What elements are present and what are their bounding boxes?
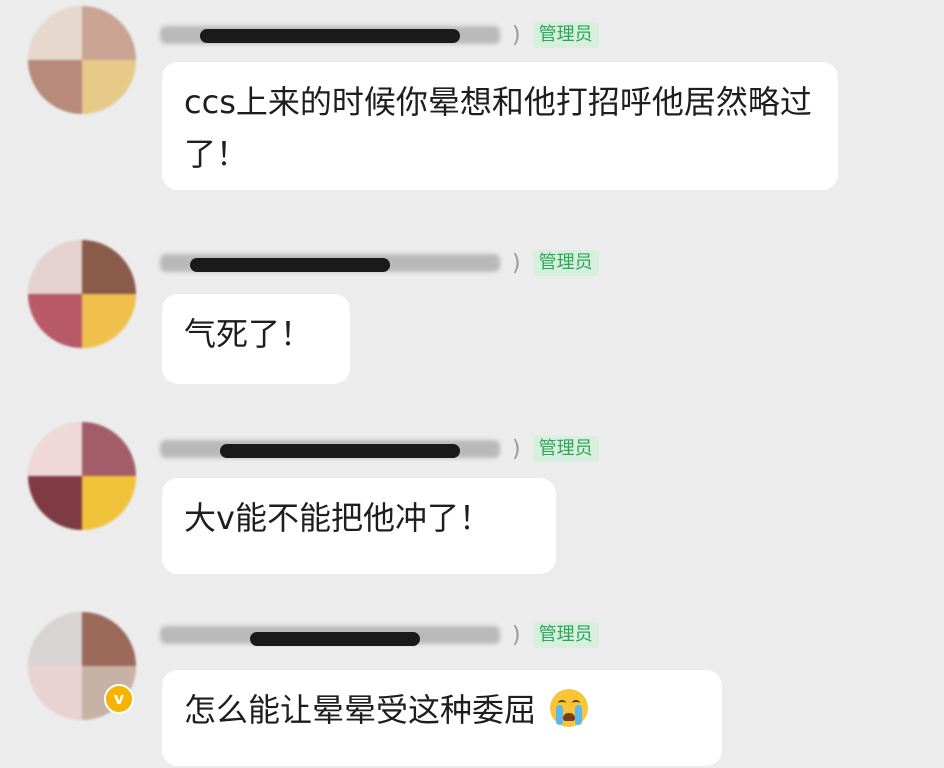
sender-row: ) 管理员: [160, 248, 599, 278]
admin-badge: 管理员: [532, 22, 599, 48]
sender-name-paren: ): [512, 622, 521, 648]
edge-fade: [904, 0, 944, 768]
sender-name-redacted: [160, 253, 510, 273]
message-bubble[interactable]: 气死了！: [162, 294, 350, 384]
message-bubble[interactable]: 怎么能让晕晕受这种委屈: [162, 670, 722, 766]
admin-badge: 管理员: [532, 250, 599, 276]
message-bubble[interactable]: ccs上来的时候你晕想和他打招呼他居然略过了！: [162, 62, 838, 190]
sender-name-paren: ): [512, 22, 521, 48]
chat-thread: ) 管理员 ccs上来的时候你晕想和他打招呼他居然略过了！ ) 管理员 气死了！: [0, 0, 944, 768]
sender-name-redacted: [160, 25, 510, 45]
admin-badge: 管理员: [532, 436, 599, 462]
message-bubble[interactable]: 大v能不能把他冲了！: [162, 478, 556, 574]
avatar[interactable]: [28, 422, 136, 530]
avatar[interactable]: [28, 6, 136, 114]
sender-name-redacted: [160, 439, 510, 459]
loudly-crying-face-icon: [550, 689, 589, 727]
sender-row: ) 管理员: [160, 434, 599, 464]
message-text: ccs上来的时候你晕想和他打招呼他居然略过了！: [184, 83, 812, 173]
verified-v-icon: v: [104, 684, 134, 714]
sender-row: ) 管理员: [160, 20, 599, 50]
message-text: 大v能不能把他冲了！: [184, 499, 491, 537]
message-text: 怎么能让晕晕受这种委屈: [184, 691, 537, 729]
message-text: 气死了！: [184, 315, 313, 353]
avatar[interactable]: [28, 240, 136, 348]
sender-name-redacted: [160, 625, 510, 646]
sender-row: ) 管理员: [160, 620, 599, 650]
admin-badge: 管理员: [532, 622, 599, 648]
sender-name-paren: ): [512, 436, 521, 462]
sender-name-paren: ): [512, 250, 521, 276]
